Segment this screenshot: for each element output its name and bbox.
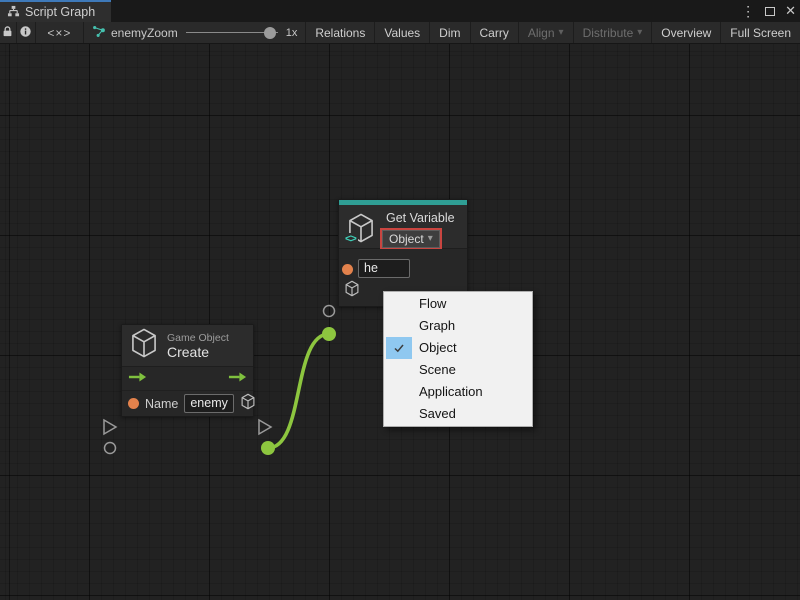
string-port-icon[interactable] <box>128 398 139 409</box>
graph-breadcrumb[interactable]: enemy <box>92 25 147 41</box>
cube-icon <box>129 327 159 364</box>
string-port-icon[interactable] <box>342 264 353 275</box>
menu-item-application[interactable]: Application <box>384 381 532 403</box>
variable-kind-dropdown[interactable]: Object ▾ <box>382 230 440 248</box>
flow-output-arrow-icon <box>228 370 247 388</box>
toolbar-middle-segment: enemy Zoom 1x <box>84 22 306 43</box>
lock-icon <box>1 25 14 41</box>
checkmark-icon <box>386 337 412 359</box>
info-button[interactable] <box>17 22 36 43</box>
zoom-value: 1x <box>286 27 298 39</box>
menu-item-object[interactable]: Object <box>384 337 532 359</box>
carry-button[interactable]: Carry <box>471 22 519 43</box>
node-title: Get Variable <box>386 211 455 225</box>
chevron-down-icon: ▾ <box>559 27 564 38</box>
node-category: Game Object <box>167 332 229 344</box>
flow-input-arrow-icon <box>128 370 147 388</box>
code-preview-toggle[interactable]: <×> <box>36 22 84 43</box>
close-icon[interactable]: ✕ <box>785 3 796 19</box>
variable-code-icon: <> <box>345 233 358 245</box>
game-object-port-icon[interactable] <box>240 393 256 415</box>
zoom-slider[interactable] <box>186 26 278 40</box>
zoom-label: Zoom <box>147 26 178 40</box>
info-icon <box>19 25 32 41</box>
maximize-icon[interactable] <box>765 7 775 16</box>
chevron-down-icon: ▾ <box>428 231 433 247</box>
menu-item-saved[interactable]: Saved <box>384 403 532 425</box>
menu-item-graph[interactable]: Graph <box>384 315 532 337</box>
overview-button[interactable]: Overview <box>652 22 721 43</box>
values-button[interactable]: Values <box>375 22 430 43</box>
window-menu-icon[interactable]: ⋮ <box>741 3 755 20</box>
name-port-label: Name <box>145 397 178 411</box>
relations-button[interactable]: Relations <box>306 22 375 43</box>
node-game-object-create[interactable]: Game Object Create Name enemy <box>121 324 254 417</box>
align-button[interactable]: Align ▾ <box>519 22 574 43</box>
graph-icon <box>92 25 106 41</box>
breadcrumb-label: enemy <box>111 26 147 40</box>
full-screen-button[interactable]: Full Screen <box>721 22 800 43</box>
variable-kind-menu: Flow Graph Object Scene Application Save… <box>383 291 533 427</box>
distribute-button[interactable]: Distribute ▾ <box>574 22 653 43</box>
name-input[interactable]: enemy <box>184 394 234 413</box>
tab-title: Script Graph <box>25 5 95 19</box>
graph-toolbar: <×> enemy Zoom <box>0 22 800 44</box>
hierarchy-icon <box>7 5 20 20</box>
lock-button[interactable] <box>0 22 17 43</box>
game-object-port-icon[interactable] <box>344 280 360 302</box>
menu-item-flow[interactable]: Flow <box>384 293 532 315</box>
tab-bar: Script Graph ⋮ ✕ <box>0 0 800 22</box>
code-toggle-icon: <×> <box>47 26 71 40</box>
menu-item-scene[interactable]: Scene <box>384 359 532 381</box>
zoom-slider-handle[interactable] <box>264 27 276 39</box>
variable-name-input[interactable]: he <box>358 259 410 278</box>
dim-button[interactable]: Dim <box>430 22 470 43</box>
tab-script-graph[interactable]: Script Graph <box>0 0 111 22</box>
chevron-down-icon: ▾ <box>637 27 642 38</box>
node-title: Create <box>167 344 229 360</box>
variable-kind-selection-highlight: Object ▾ <box>380 228 442 250</box>
script-graph-window: Script Graph ⋮ ✕ <box>0 0 800 600</box>
